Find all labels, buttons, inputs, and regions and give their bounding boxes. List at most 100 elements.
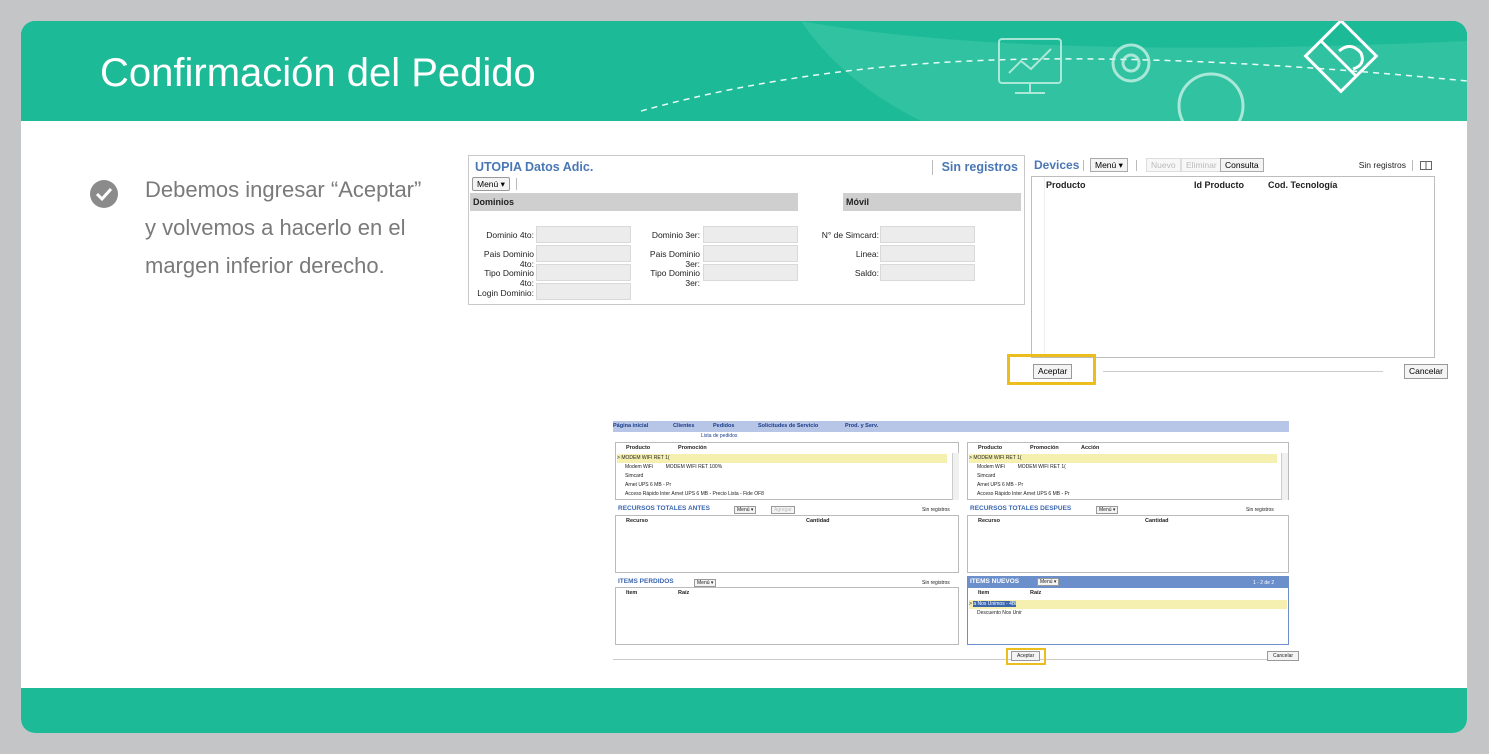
lista-pedidos-link[interactable]: Lista de pedidos <box>701 433 737 439</box>
dominio-3er-input[interactable] <box>703 226 798 243</box>
cell: Acceso Rápido Inter <box>625 491 671 497</box>
cell: MODEM WIFI RET 1( <box>621 455 670 461</box>
aceptar-button[interactable]: Aceptar <box>1011 651 1041 661</box>
nuevo-button[interactable]: Nuevo <box>1146 158 1181 172</box>
field-label: Dominio 3er: <box>651 230 700 240</box>
field-label: Linea: <box>855 249 879 259</box>
section-dominios: Dominios <box>470 193 798 211</box>
count-label: 1 - 2 de 2 <box>1253 580 1275 586</box>
scrollbar[interactable] <box>1281 453 1288 500</box>
consulta-button[interactable]: Consulta <box>1220 158 1264 172</box>
linea-input[interactable] <box>880 245 975 262</box>
dominio-4to-input[interactable] <box>536 226 631 243</box>
column-header: Item <box>626 590 638 596</box>
items-nuevos-table: Item Raíz > a Nos Unimos - 4Bl Descuento… <box>967 587 1289 645</box>
bullet-text: Debemos ingresar “Aceptar” y volvemos a … <box>145 171 465 285</box>
divider <box>1136 160 1137 171</box>
tab-pagina-inicial[interactable]: Página inicial <box>613 423 648 429</box>
field-label: Tipo Dominio 3er: <box>650 268 700 288</box>
section-movil: Móvil <box>843 193 1021 211</box>
recursos-antes-title: RECURSOS TOTALES ANTES <box>618 505 710 512</box>
items-perdidos-table: Item Raíz <box>615 587 959 645</box>
divider <box>1044 177 1045 357</box>
divider <box>1103 371 1383 372</box>
divider <box>516 178 517 190</box>
pedido-panel: Página inicial Clientes Pedidos Solicitu… <box>613 421 1300 665</box>
cell: Simcard <box>977 473 996 479</box>
recursos-antes-table: Recurso Cantidad <box>615 515 959 573</box>
tab-prod-serv[interactable]: Prod. y Serv. <box>845 423 878 429</box>
items-nuevos-title: ITEMS NUEVOS <box>970 578 1020 585</box>
table-row[interactable]: Descuento Nos Unir <box>969 609 1022 618</box>
cell: Descuento Nos Unir <box>977 610 1022 616</box>
column-header: Recurso <box>978 518 1001 524</box>
sin-registros-label: Sin registros <box>922 507 950 513</box>
sin-registros-label: Sin registros <box>922 580 950 586</box>
column-header[interactable]: Cod. Tecnología <box>1268 180 1337 190</box>
table-row[interactable]: Arnet UPS 6 MB - Pr <box>969 481 1023 490</box>
devices-title: Devices <box>1034 158 1080 172</box>
pais-dominio-3er-input[interactable] <box>703 245 798 262</box>
saldo-input[interactable] <box>880 264 975 281</box>
table-row[interactable]: Acceso Rápido Inter Arnet UPS 6 MB - Pr <box>969 490 1070 499</box>
table-row[interactable]: Simcard <box>617 472 643 481</box>
eliminar-button[interactable]: Eliminar <box>1181 158 1222 172</box>
divider <box>613 659 1289 660</box>
column-header: Raíz <box>1030 590 1042 596</box>
items-perdidos-title: ITEMS PERDIDOS <box>618 578 674 585</box>
pais-dominio-4to-input[interactable] <box>536 245 631 262</box>
cell: Arnet UPS 6 MB - Precio Lista - Fide OF8 <box>671 491 764 497</box>
table-row[interactable]: Modem WiFi MODEM WIFI RET 1( <box>969 463 1066 472</box>
cell: a Nos Unimos - 4Bl <box>973 601 1017 607</box>
column-header: Raíz <box>678 590 690 596</box>
productos-antes-table: Producto Promoción > MODEM WIFI RET 1( M… <box>615 442 959 500</box>
cell: Acceso Rápido Inter <box>977 491 1023 497</box>
column-header: Producto <box>978 445 1003 451</box>
field-label: Tipo Dominio 4to: <box>484 268 534 288</box>
recursos-despues-title: RECURSOS TOTALES DESPUES <box>970 505 1072 512</box>
column-header[interactable]: Producto <box>1046 180 1086 190</box>
field-label: Pais Dominio 3er: <box>649 249 700 269</box>
tab-solicitudes[interactable]: Solicitudes de Servicio <box>758 423 818 429</box>
menu-button[interactable]: Menú ▾ <box>1090 158 1128 172</box>
cell: MODEM WIFI RET 1( <box>1017 464 1066 470</box>
scrollbar[interactable] <box>952 453 959 500</box>
login-dominio-input[interactable] <box>536 283 631 300</box>
tipo-dominio-4to-input[interactable] <box>536 264 631 281</box>
recursos-despues-table: Recurso Cantidad <box>967 515 1289 573</box>
cancelar-button[interactable]: Cancelar <box>1403 364 1448 379</box>
column-header: Producto <box>626 445 651 451</box>
cell: MODEM WIFI RET 100% <box>665 464 723 470</box>
menu-button[interactable]: Menú ▾ <box>694 579 717 587</box>
menu-button[interactable]: Menú ▾ <box>734 506 757 514</box>
menu-button[interactable]: Menú ▾ <box>472 177 510 191</box>
table-row[interactable]: Acceso Rápido Inter Arnet UPS 6 MB - Pre… <box>617 490 764 499</box>
bullet-line: margen inferior derecho. <box>145 253 385 278</box>
table-row[interactable]: Simcard <box>969 472 995 481</box>
column-header[interactable]: Id Producto <box>1194 180 1244 190</box>
simcard-input[interactable] <box>880 226 975 243</box>
table-row[interactable]: > MODEM WIFI RET 1( <box>969 454 1277 463</box>
cell: Arnet UPS 6 MB - Pr <box>977 482 1024 488</box>
cancelar-button[interactable]: Cancelar <box>1267 651 1300 661</box>
tab-pedidos[interactable]: Pedidos <box>713 423 734 429</box>
menu-button[interactable]: Menú ▾ <box>1096 506 1119 514</box>
tipo-dominio-3er-input[interactable] <box>703 264 798 281</box>
table-view-icon[interactable] <box>1420 161 1432 170</box>
field-label: Saldo: <box>854 268 879 278</box>
menu-button[interactable]: Menú ▾ <box>1037 578 1060 586</box>
sin-registros-label: Sin registros <box>1246 507 1274 513</box>
table-row[interactable]: > a Nos Unimos - 4Bl <box>969 600 1287 609</box>
column-header: Cantidad <box>806 518 830 524</box>
column-header: Acción <box>1081 445 1100 451</box>
utopia-title: UTOPIA Datos Adic. <box>475 160 594 174</box>
agregar-button[interactable]: Agregar <box>771 506 795 514</box>
table-row[interactable]: > MODEM WIFI RET 1( <box>617 454 947 463</box>
aceptar-button[interactable]: Aceptar <box>1033 364 1073 379</box>
table-row[interactable]: Modem WiFi MODEM WIFI RET 100% <box>617 463 722 472</box>
tab-clientes[interactable]: Clientes <box>673 423 694 429</box>
cell: Modem WiFi <box>625 464 654 470</box>
sin-registros-label: Sin registros <box>941 160 1018 174</box>
slide-header: Confirmación del Pedido <box>21 21 1467 121</box>
table-row[interactable]: Arnet UPS 6 MB - Pr <box>617 481 671 490</box>
